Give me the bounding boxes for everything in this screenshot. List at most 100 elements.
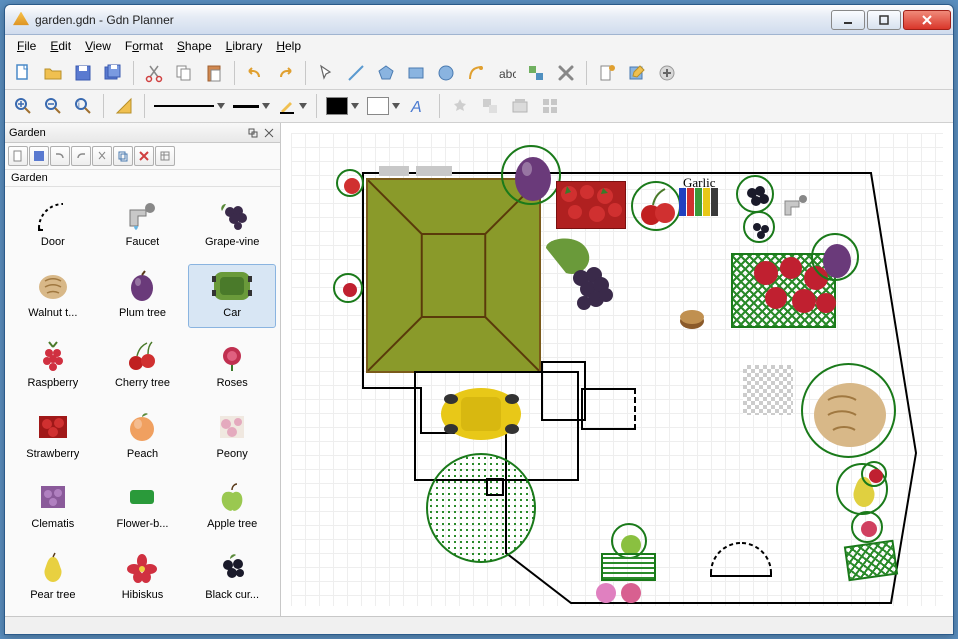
library-item-strawberry[interactable]: Strawberry <box>9 405 97 470</box>
undo-button[interactable] <box>241 59 269 87</box>
library-item-raspberry[interactable]: Raspberry <box>9 334 97 399</box>
menu-file[interactable]: File <box>11 37 42 55</box>
lib-undo-icon[interactable] <box>50 146 70 166</box>
maximize-button[interactable] <box>867 10 901 30</box>
distribute-button[interactable] <box>536 92 564 120</box>
canvas-door-1[interactable] <box>706 538 776 578</box>
curve-tool[interactable] <box>462 59 490 87</box>
library-item-plum[interactable]: Plum tree <box>99 264 187 329</box>
library-add-button[interactable] <box>653 59 681 87</box>
canvas-rose-small[interactable] <box>851 511 883 543</box>
close-button[interactable] <box>903 10 951 30</box>
library-item-clematis[interactable]: Clematis <box>9 475 97 540</box>
library-item-flowerbed[interactable]: Flower-b... <box>99 475 187 540</box>
menu-view[interactable]: View <box>79 37 117 55</box>
titlebar[interactable]: garden.gdn - Gdn Planner <box>5 5 953 35</box>
line-width-combo[interactable] <box>230 101 273 111</box>
library-item-hibiskus[interactable]: Hibiskus <box>99 546 187 611</box>
line-tool[interactable] <box>342 59 370 87</box>
drawing-plan[interactable]: Garlic <box>291 133 943 606</box>
line-style-combo[interactable] <box>151 101 228 111</box>
canvas-slab-1[interactable] <box>379 166 409 176</box>
panel-float-icon[interactable] <box>246 126 260 140</box>
lib-delete-icon[interactable] <box>134 146 154 166</box>
text-tool[interactable]: abc <box>492 59 520 87</box>
zoom-in-button[interactable] <box>9 92 37 120</box>
library-item-door[interactable]: Door <box>9 193 97 258</box>
copy-button[interactable] <box>170 59 198 87</box>
library-category[interactable]: Garden <box>5 170 280 187</box>
canvas-area[interactable]: Garlic <box>281 123 953 616</box>
line-color-combo[interactable] <box>275 95 310 117</box>
library-panel-header[interactable]: Garden <box>5 123 280 143</box>
canvas-flowerbed[interactable] <box>426 453 536 563</box>
menu-library[interactable]: Library <box>220 37 269 55</box>
canvas-raspberry-small[interactable] <box>861 461 887 487</box>
canvas-strawberry-small[interactable] <box>336 169 364 197</box>
library-item-blackcurrant[interactable]: Black cur... <box>188 546 276 611</box>
canvas-well[interactable] <box>486 478 504 496</box>
lib-cut-icon[interactable] <box>92 146 112 166</box>
menu-edit[interactable]: Edit <box>44 37 77 55</box>
canvas-blackcurrant-1[interactable] <box>736 175 774 213</box>
canvas-plum-2[interactable] <box>811 233 859 281</box>
canvas-flowerbed-3[interactable] <box>601 553 656 581</box>
canvas-flowerbed-2[interactable] <box>844 540 898 582</box>
pointer-tool[interactable] <box>312 59 340 87</box>
canvas-faucet[interactable] <box>781 193 811 221</box>
ellipse-tool[interactable] <box>432 59 460 87</box>
lib-props-icon[interactable] <box>155 146 175 166</box>
menu-format[interactable]: Format <box>119 37 169 55</box>
library-item-peach[interactable]: Peach <box>99 405 187 470</box>
redo-button[interactable] <box>271 59 299 87</box>
canvas-room-1[interactable] <box>541 361 586 421</box>
triangle-tool[interactable] <box>110 92 138 120</box>
save-all-button[interactable] <box>99 59 127 87</box>
canvas-paving[interactable] <box>743 365 793 415</box>
canvas-cherry[interactable] <box>631 181 681 231</box>
canvas-strawberry-bed-1[interactable] <box>556 181 626 229</box>
canvas-slab-2[interactable] <box>416 166 452 176</box>
open-button[interactable] <box>39 59 67 87</box>
canvas-stump[interactable] <box>676 303 708 331</box>
layer-button[interactable] <box>506 92 534 120</box>
menu-shape[interactable]: Shape <box>171 37 218 55</box>
fill-color-combo[interactable] <box>323 95 362 117</box>
lib-new-icon[interactable] <box>8 146 28 166</box>
lib-copy-icon[interactable] <box>113 146 133 166</box>
font-button[interactable]: A <box>405 92 433 120</box>
lib-save-icon[interactable] <box>29 146 49 166</box>
menu-help[interactable]: Help <box>270 37 307 55</box>
library-item-pear[interactable]: Pear tree <box>9 546 97 611</box>
new-button[interactable] <box>9 59 37 87</box>
library-item-grape[interactable]: Grape-vine <box>188 193 276 258</box>
save-button[interactable] <box>69 59 97 87</box>
polygon-tool[interactable] <box>372 59 400 87</box>
align-button[interactable] <box>476 92 504 120</box>
canvas-color-chart[interactable] <box>679 188 729 228</box>
library-item-cherry[interactable]: Cherry tree <box>99 334 187 399</box>
library-item-walnut[interactable]: Walnut t... <box>9 264 97 329</box>
group-tool[interactable] <box>522 59 550 87</box>
lib-redo-icon[interactable] <box>71 146 91 166</box>
paste-button[interactable] <box>200 59 228 87</box>
library-item-rose[interactable]: Roses <box>188 334 276 399</box>
library-item-car[interactable]: Car <box>188 264 276 329</box>
minimize-button[interactable] <box>831 10 865 30</box>
canvas-small-tree-left[interactable] <box>333 273 363 303</box>
library-item-apple[interactable]: Apple tree <box>188 475 276 540</box>
canvas-blackcurrant-2[interactable] <box>743 211 775 243</box>
canvas-grapevine[interactable] <box>526 233 626 323</box>
cut-button[interactable] <box>140 59 168 87</box>
panel-close-icon[interactable] <box>262 126 276 140</box>
fill-color2-combo[interactable] <box>364 95 403 117</box>
zoom-fit-button[interactable]: i <box>69 92 97 120</box>
tools-button[interactable] <box>446 92 474 120</box>
library-item-peony[interactable]: Peony <box>188 405 276 470</box>
library-item-faucet[interactable]: Faucet <box>99 193 187 258</box>
delete-tool[interactable] <box>552 59 580 87</box>
library-new-button[interactable] <box>593 59 621 87</box>
canvas-plum[interactable] <box>501 145 561 205</box>
zoom-out-button[interactable] <box>39 92 67 120</box>
canvas-walnut[interactable] <box>801 363 896 458</box>
